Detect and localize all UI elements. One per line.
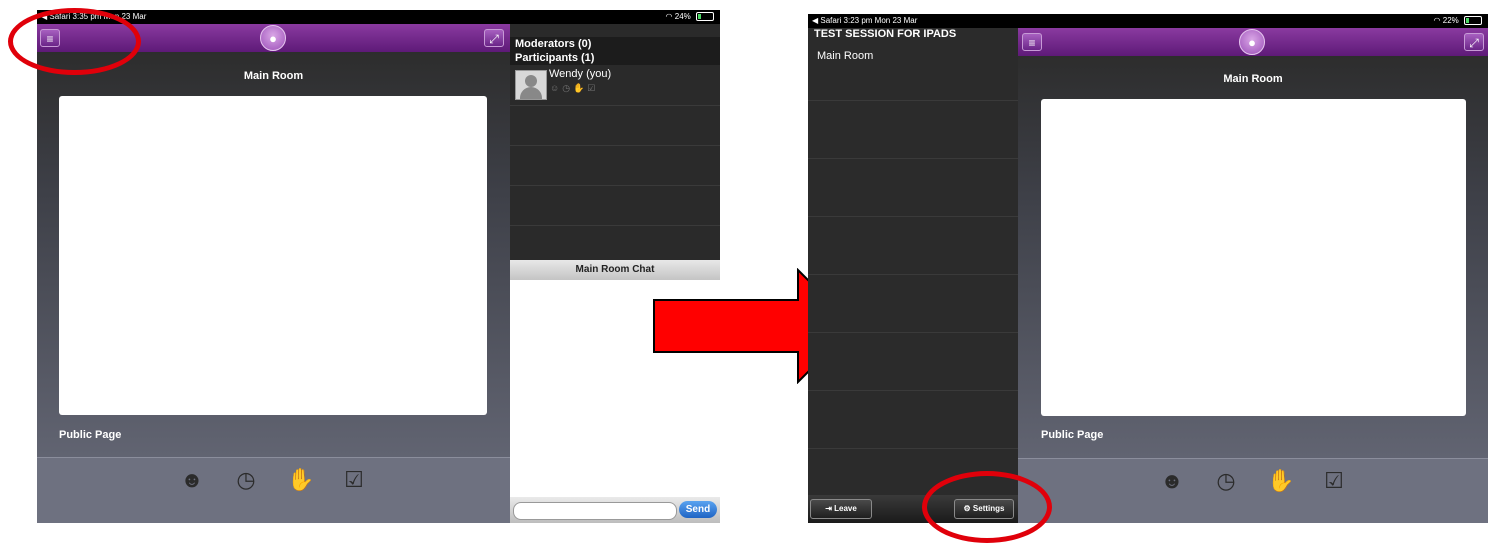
battery-percent: 22% — [1442, 16, 1459, 25]
avatar — [515, 70, 547, 100]
battery-icon — [696, 12, 714, 22]
status-time: 3:23 pm — [843, 16, 873, 25]
side-menu: TEST SESSION FOR IPADS Main Room ⇥ Leave… — [808, 28, 1018, 523]
left-screenshot: ◀ Safari 3:35 pm Mon 23 Mar ◠ 24% ≡ ● ⤢ … — [37, 10, 720, 523]
moderators-header: Moderators (0) — [510, 37, 720, 51]
menu-button[interactable]: ≡ — [1022, 33, 1042, 51]
microphone-icon: ● — [269, 31, 277, 46]
bottom-toolbar: ☻ ◷ ✋ ☑ — [1018, 458, 1488, 523]
raise-hand-icon[interactable]: ✋ — [287, 468, 314, 492]
clock-icon[interactable]: ◷ — [1213, 469, 1239, 493]
status-app: Safari — [820, 16, 842, 25]
expand-button[interactable]: ⤢ — [1464, 33, 1484, 51]
room-title: Main Room — [1223, 73, 1283, 85]
top-bar: ≡ ● ⤢ — [1018, 28, 1488, 56]
status-date: Mon 23 Mar — [874, 16, 918, 25]
participant-status-icons: ☺◷✋☑ — [550, 83, 599, 93]
public-page-label: Public Page — [1041, 429, 1104, 441]
room-list-item[interactable]: Main Room — [817, 50, 873, 62]
wifi-icon: ◠ — [665, 12, 673, 21]
checkbox-icon[interactable]: ☑ — [1321, 469, 1347, 493]
public-page-label: Public Page — [59, 429, 122, 441]
menu-icon: ≡ — [1028, 36, 1036, 50]
battery-icon — [1464, 16, 1482, 26]
door-icon: ⇥ — [825, 504, 832, 513]
main-stage: Main Room Public Page ☻ ◷ ✋ ☑ — [37, 52, 510, 523]
battery-percent: 24% — [674, 12, 691, 21]
session-title: TEST SESSION FOR IPADS — [814, 28, 957, 40]
participants-header: Participants (1) — [510, 51, 720, 65]
highlight-ellipse-settings — [922, 471, 1052, 543]
participant-name: Wendy (you) — [549, 68, 612, 80]
expand-button[interactable]: ⤢ — [484, 29, 504, 47]
whiteboard[interactable] — [59, 96, 487, 415]
checkbox-icon[interactable]: ☑ — [341, 468, 367, 492]
highlight-ellipse-menu — [8, 8, 141, 75]
emoji-icon[interactable]: ☻ — [1159, 469, 1185, 493]
microphone-icon: ● — [1248, 35, 1256, 50]
clock-icon[interactable]: ◷ — [233, 468, 259, 492]
status-bar: ◀ Safari 3:23 pm Mon 23 Mar ◠ 22% — [808, 14, 1488, 28]
chat-input-bar: Send — [510, 497, 720, 523]
room-title: Main Room — [243, 70, 304, 82]
expand-icon: ⤢ — [1469, 36, 1479, 50]
wifi-icon: ◠ — [1433, 16, 1441, 25]
leave-label: Leave — [834, 504, 857, 513]
expand-icon: ⤢ — [489, 32, 499, 46]
bottom-toolbar: ☻ ◷ ✋ ☑ — [37, 457, 510, 523]
microphone-button[interactable]: ● — [1239, 29, 1265, 55]
leave-button[interactable]: ⇥ Leave — [810, 499, 872, 519]
microphone-button[interactable]: ● — [260, 25, 286, 51]
participant-row[interactable]: Wendy (you) ☺◷✋☑ — [510, 66, 720, 104]
participants-panel: Moderators (0) Participants (1) Wendy (y… — [510, 24, 720, 260]
chat-input[interactable] — [513, 502, 677, 520]
send-button[interactable]: Send — [679, 501, 717, 518]
back-arrow-icon[interactable]: ◀ — [812, 16, 818, 25]
raise-hand-icon[interactable]: ✋ — [1267, 469, 1294, 493]
right-screenshot: ◀ Safari 3:23 pm Mon 23 Mar ◠ 22% TEST S… — [808, 14, 1488, 523]
emoji-icon[interactable]: ☻ — [179, 468, 205, 492]
status-bar: ◀ Safari 3:35 pm Mon 23 Mar ◠ 24% — [37, 10, 720, 24]
whiteboard[interactable] — [1041, 99, 1466, 416]
main-stage: Main Room Public Page ☻ ◷ ✋ ☑ — [1018, 56, 1488, 523]
